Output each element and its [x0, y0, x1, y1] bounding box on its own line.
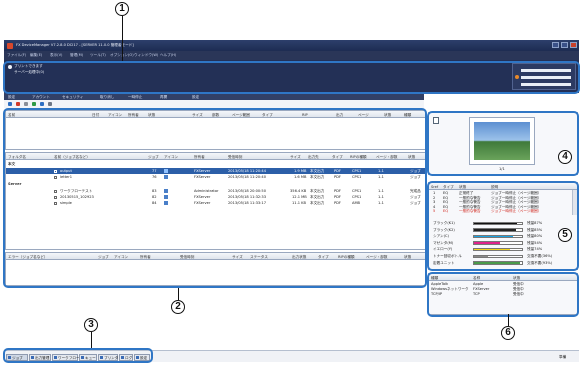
action-toolbar [4, 100, 424, 108]
callout-1-leader [122, 16, 123, 61]
callout-3-leader [91, 332, 92, 348]
callout-6-leader [508, 314, 509, 326]
callout-1: 1 [115, 2, 129, 16]
callout-4: 4 [558, 150, 572, 164]
highlight-status-area [3, 61, 580, 94]
status-bar-text: 準備 [559, 355, 567, 359]
toolbar-security[interactable]: セキュリティ [62, 95, 83, 100]
close-icon[interactable] [570, 42, 577, 48]
menu-manage[interactable]: 管理(M) [70, 53, 83, 58]
main-toolbar: 設定 アカウント セキュリティ 取り消し 一時停止 再開 設定 [4, 93, 424, 100]
menu-view[interactable]: 表示(V) [50, 53, 62, 58]
highlight-bottom-tabs [3, 348, 153, 363]
toolbar-cancel[interactable]: 取り消し [100, 95, 114, 100]
menu-tools[interactable]: ツール(T) [90, 53, 106, 58]
back-icon[interactable] [8, 101, 12, 106]
toolbar-config[interactable]: 設定 [192, 95, 199, 100]
minimize-icon[interactable] [552, 42, 559, 48]
callout-2-leader [178, 288, 179, 300]
highlight-consumables [427, 181, 579, 271]
highlight-preview [427, 111, 579, 176]
toolbar-resume[interactable]: 再開 [160, 95, 167, 100]
refresh-icon[interactable] [40, 101, 44, 106]
menu-help[interactable]: ヘルプ(H) [160, 53, 176, 58]
menu-bar: ファイル(F) 編集(E) 表示(V) 管理(M) ツール(T) オプション(O… [4, 51, 579, 60]
callout-5: 5 [558, 228, 572, 242]
callout-2: 2 [171, 300, 185, 314]
pause-icon[interactable] [24, 101, 28, 106]
delete-icon[interactable] [16, 101, 20, 106]
menu-edit[interactable]: 編集(E) [30, 53, 42, 58]
highlight-job-list [3, 108, 427, 288]
callout-3: 3 [84, 318, 98, 332]
maximize-icon[interactable] [561, 42, 568, 48]
toolbar-account[interactable]: アカウント [32, 95, 50, 100]
window-title: FX DeviceManager V7.2.8.0 DCI17 - [SERVE… [16, 43, 134, 47]
callout-6: 6 [501, 326, 515, 340]
menu-file[interactable]: ファイル(F) [7, 53, 26, 58]
window-title-bar: FX DeviceManager V7.2.8.0 DCI17 - [SERVE… [4, 40, 579, 51]
toolbar-settings[interactable]: 設定 [8, 95, 15, 100]
toolbar-pause[interactable]: 一時停止 [128, 95, 142, 100]
app-icon [7, 42, 13, 49]
menu-window[interactable]: ウィンドウ(W) [134, 53, 158, 58]
resume-icon[interactable] [32, 101, 36, 106]
search-icon[interactable] [48, 101, 52, 106]
highlight-connections [427, 272, 579, 317]
